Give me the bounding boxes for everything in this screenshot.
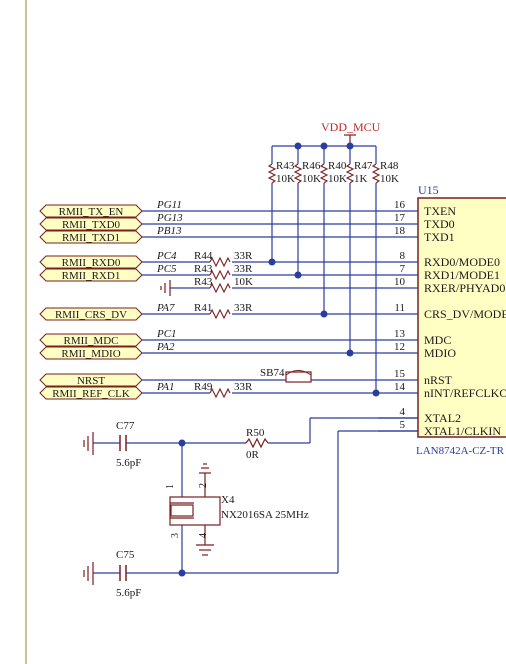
ic-pin-number: 18 bbox=[394, 225, 406, 237]
net-label: NRST bbox=[77, 375, 105, 387]
port-label: PC4 bbox=[156, 250, 177, 262]
ic-pin-name: TXD0 bbox=[424, 217, 455, 231]
oscillator-section: C77 5.6pF R50 0R 1 2 3 4 X4 NX2016SA 25M… bbox=[83, 417, 418, 599]
ic-pin-number: 12 bbox=[394, 341, 405, 353]
crystal-x4: 1 2 3 4 X4 NX2016SA 25MHz bbox=[165, 443, 309, 573]
capacitor-c77: C77 5.6pF bbox=[83, 420, 246, 469]
ic-pin-name: MDC bbox=[424, 333, 451, 347]
c77-value: 5.6pF bbox=[116, 457, 141, 469]
x4-pin3: 3 bbox=[170, 533, 181, 538]
ic-pin-name: TXD1 bbox=[424, 230, 455, 244]
net-label: RMII_CRS_DV bbox=[55, 309, 127, 321]
net-label: RMII_MDIO bbox=[61, 348, 120, 360]
pullup-resistor bbox=[345, 163, 355, 184]
c75-value: 5.6pF bbox=[116, 587, 141, 599]
schematic-canvas: U15 LAN8742A-CZ-TR 16 TXEN 17 TXD0 18 TXD1 8 RX… bbox=[0, 0, 506, 664]
ic-pin-name: RXER/PHYAD0 bbox=[424, 281, 505, 295]
net-label: RMII_REF_CLK bbox=[52, 388, 130, 400]
pullup-value: 10K bbox=[302, 173, 321, 185]
series-value: 33R bbox=[234, 263, 253, 275]
series-ref: R43 bbox=[194, 276, 213, 288]
pullup-value: 10K bbox=[328, 173, 347, 185]
pullup-resistor bbox=[293, 163, 303, 184]
ic-pin-name: XTAL2 bbox=[424, 411, 461, 425]
net-label: RMII_RXD1 bbox=[62, 270, 121, 282]
ground-symbol bbox=[196, 544, 214, 556]
x4-part: NX2016SA 25MHz bbox=[221, 509, 309, 521]
c77-ref: C77 bbox=[116, 420, 135, 432]
ic-pin-name: nRST bbox=[424, 373, 453, 387]
x4-pin2: 2 bbox=[198, 483, 209, 488]
x4-pin1: 1 bbox=[165, 484, 176, 489]
port-label: PB13 bbox=[156, 225, 182, 237]
net-label: RMII_TX_EN bbox=[59, 206, 124, 218]
ic-pin-number: 15 bbox=[394, 368, 406, 380]
ic-pin-name: RXD0/MODE0 bbox=[424, 255, 500, 269]
ic-pin-number: 4 bbox=[400, 406, 406, 418]
series-ref: R49 bbox=[194, 381, 213, 393]
series-ref: R43 bbox=[194, 263, 213, 275]
net-label: RMII_RXD0 bbox=[62, 257, 121, 269]
pullup-value: 1K bbox=[354, 173, 368, 185]
pullup-value: 10K bbox=[276, 173, 295, 185]
port-label: PA2 bbox=[156, 341, 175, 353]
ic-pin-name: nINT/REFCLKO bbox=[424, 386, 506, 400]
ic-pin-number: 10 bbox=[394, 276, 406, 288]
series-value: 33R bbox=[234, 381, 253, 393]
x4-pin4: 4 bbox=[198, 533, 209, 538]
r50-ref: R50 bbox=[246, 427, 265, 439]
series-ref: R41 bbox=[194, 302, 212, 314]
ic-pin-name: RXD1/MODE1 bbox=[424, 268, 500, 282]
power-label: VDD_MCU bbox=[321, 120, 381, 134]
pullup-ref: R48 bbox=[380, 160, 399, 172]
series-ref: R44 bbox=[194, 250, 213, 262]
pullup-resistors: R4310KR4610KR4010KR471KR4810K bbox=[267, 146, 399, 397]
ic-pin-name: MDIO bbox=[424, 346, 456, 360]
ic-part: LAN8742A-CZ-TR bbox=[416, 445, 505, 457]
port-label: PC1 bbox=[156, 328, 177, 340]
port-label: PG11 bbox=[156, 199, 182, 211]
series-value: 10K bbox=[234, 276, 253, 288]
schematic-svg: U15 LAN8742A-CZ-TR 16 TXEN17 TXD018 TXD18 RX… bbox=[25, 0, 506, 664]
port-label: PC5 bbox=[156, 263, 177, 275]
ic-pin-number: 16 bbox=[394, 199, 406, 211]
pullup-resistor bbox=[319, 163, 329, 184]
ic-pin-number: 8 bbox=[400, 250, 406, 262]
net-label: RMII_TXD0 bbox=[62, 219, 121, 231]
pullup-ref: R40 bbox=[328, 160, 347, 172]
ic-pin-name: XTAL1/CLKIN bbox=[424, 424, 501, 438]
resistor-r50: R50 0R bbox=[245, 417, 418, 461]
pullup-ref: R47 bbox=[354, 160, 373, 172]
ic-pin-name: CRS_DV/MODE2 bbox=[424, 307, 506, 321]
capacitor-c75: C75 5.6pF bbox=[83, 549, 182, 599]
r50-value: 0R bbox=[246, 449, 260, 461]
pullup-ref: R43 bbox=[276, 160, 295, 172]
ground-symbol bbox=[199, 463, 211, 474]
ic-pin-number: 13 bbox=[394, 328, 406, 340]
ic-pin-number: 17 bbox=[394, 212, 406, 224]
ic-ref: U15 bbox=[418, 183, 439, 197]
port-label: PG13 bbox=[156, 212, 183, 224]
net-label: RMII_TXD1 bbox=[62, 232, 120, 244]
ic-pin-number: 11 bbox=[394, 302, 405, 314]
pullup-resistor bbox=[267, 163, 277, 184]
pullup-ref: R46 bbox=[302, 160, 321, 172]
port-label: PA1 bbox=[156, 381, 175, 393]
series-value: 33R bbox=[234, 250, 253, 262]
pullup-resistor bbox=[371, 163, 381, 184]
x4-ref: X4 bbox=[221, 494, 235, 506]
net-labels: RMII_TX_EN PG11 RMII_TXD0 PG13 RMII_TXD1 PB13… bbox=[39, 199, 378, 400]
ic-pin-number: 14 bbox=[394, 381, 406, 393]
ic-u15: U15 LAN8742A-CZ-TR 16 TXEN 17 TXD0 18 TXD1 8 RX… bbox=[378, 183, 506, 457]
c75-ref: C75 bbox=[116, 549, 135, 561]
pullup-value: 10K bbox=[380, 173, 399, 185]
port-label: PA7 bbox=[156, 302, 175, 314]
sb-ref: SB74 bbox=[260, 367, 285, 379]
net-label: RMII_MDC bbox=[63, 335, 118, 347]
series-value: 33R bbox=[234, 302, 253, 314]
power-rail: VDD_MCU bbox=[272, 120, 381, 150]
ic-pin-number: 7 bbox=[400, 263, 406, 275]
ic-pin-number: 5 bbox=[400, 419, 406, 431]
ic-pin-name: TXEN bbox=[424, 204, 456, 218]
